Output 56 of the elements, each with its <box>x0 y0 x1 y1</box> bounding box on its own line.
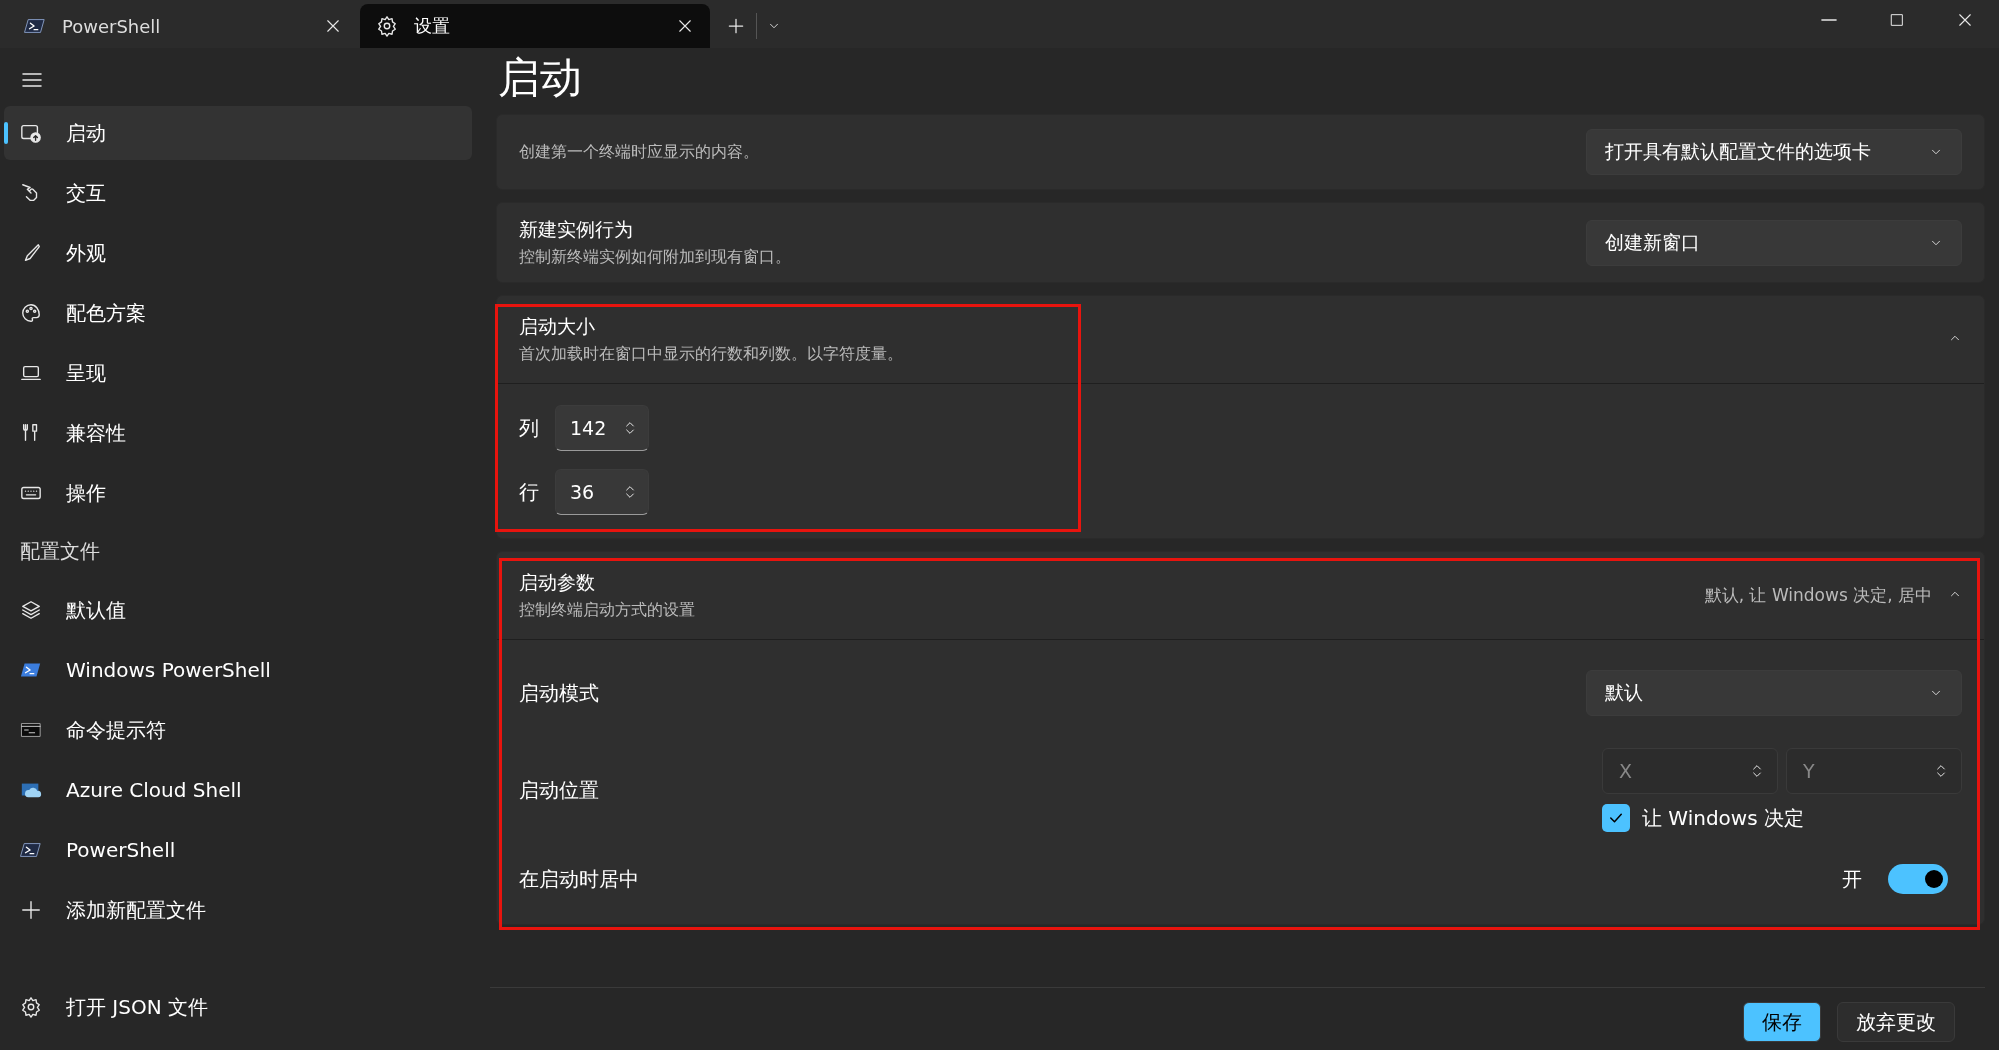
setting-description: 创建第一个终端时应显示的内容。 <box>519 141 760 163</box>
tab[interactable]: 设置 <box>360 4 710 48</box>
setting-title: 新建实例行为 <box>519 217 634 242</box>
setting-description: 控制新终端实例如何附加到现有窗口。 <box>519 247 792 268</box>
plus-icon <box>726 16 746 36</box>
sidebar-item[interactable]: 外观 <box>4 226 472 280</box>
toggle-switch[interactable] <box>1888 864 1948 894</box>
layers-icon <box>20 599 42 621</box>
sidebar-item[interactable]: 启动 <box>4 106 472 160</box>
sidebar-item[interactable]: 呈现 <box>4 346 472 400</box>
sidebar-item[interactable]: 交互 <box>4 166 472 220</box>
field-label: 行 <box>519 478 539 506</box>
checkbox[interactable] <box>1602 804 1630 832</box>
toggle-state: 开 <box>1842 865 1862 893</box>
dropdown[interactable]: 打开具有默认配置文件的选项卡 <box>1586 129 1962 175</box>
minimize-icon <box>1821 19 1837 21</box>
number-box[interactable]: 36 <box>555 469 649 515</box>
number-box[interactable]: X <box>1602 748 1778 794</box>
setting-label: 启动位置 <box>519 776 600 804</box>
palette-icon <box>20 302 42 324</box>
field-label: 列 <box>519 414 539 442</box>
close-icon <box>324 17 342 35</box>
setting-description: 首次加载时在窗口中显示的行数和列数。以字符度量。 <box>519 344 904 365</box>
sidebar-item[interactable]: Azure Cloud Shell <box>4 763 472 817</box>
close-icon <box>1956 11 1974 29</box>
sidebar-item[interactable]: 默认值 <box>4 583 472 637</box>
section-header: 配置文件 <box>19 538 101 565</box>
dropdown[interactable]: 默认 <box>1586 670 1962 716</box>
setting-title: 启动参数 <box>519 570 596 595</box>
tab[interactable]: PowerShell <box>8 4 358 48</box>
setting-label: 启动模式 <box>519 679 600 707</box>
sidebar-item[interactable]: Windows PowerShell <box>4 643 472 697</box>
close-icon <box>676 17 694 35</box>
sidebar-item[interactable]: PowerShell <box>4 823 472 877</box>
sidebar-item[interactable]: 命令提示符 <box>4 703 472 757</box>
checkbox-label: 让 Windows 决定 <box>1642 804 1804 832</box>
plus-icon <box>20 899 42 921</box>
settings-icon <box>20 996 42 1018</box>
settings-icon <box>376 15 398 37</box>
sidebar-item[interactable]: 操作 <box>4 466 472 520</box>
setting-label: 在启动时居中 <box>519 865 640 893</box>
setting-summary: 默认, 让 Windows 决定, 居中 <box>1704 584 1932 607</box>
discard-button[interactable]: 放弃更改 <box>1837 1002 1955 1042</box>
save-button[interactable]: 保存 <box>1743 1002 1821 1042</box>
sidebar-item[interactable]: 添加新配置文件 <box>4 883 472 937</box>
setting-title: 启动大小 <box>519 314 596 339</box>
number-box[interactable]: Y <box>1786 748 1962 794</box>
dropdown[interactable]: 创建新窗口 <box>1586 219 1962 266</box>
sidebar-item[interactable]: 兼容性 <box>4 406 472 460</box>
maximize-icon <box>1889 12 1905 28</box>
setting-description: 控制终端启动方式的设置 <box>519 600 696 621</box>
sidebar-item[interactable]: 打开 JSON 文件 <box>4 980 472 1034</box>
window-arrow-icon <box>20 122 42 144</box>
sidebar-item[interactable]: 配色方案 <box>4 286 472 340</box>
page-title: 启动 <box>497 52 583 104</box>
number-box[interactable]: 142 <box>555 405 649 451</box>
